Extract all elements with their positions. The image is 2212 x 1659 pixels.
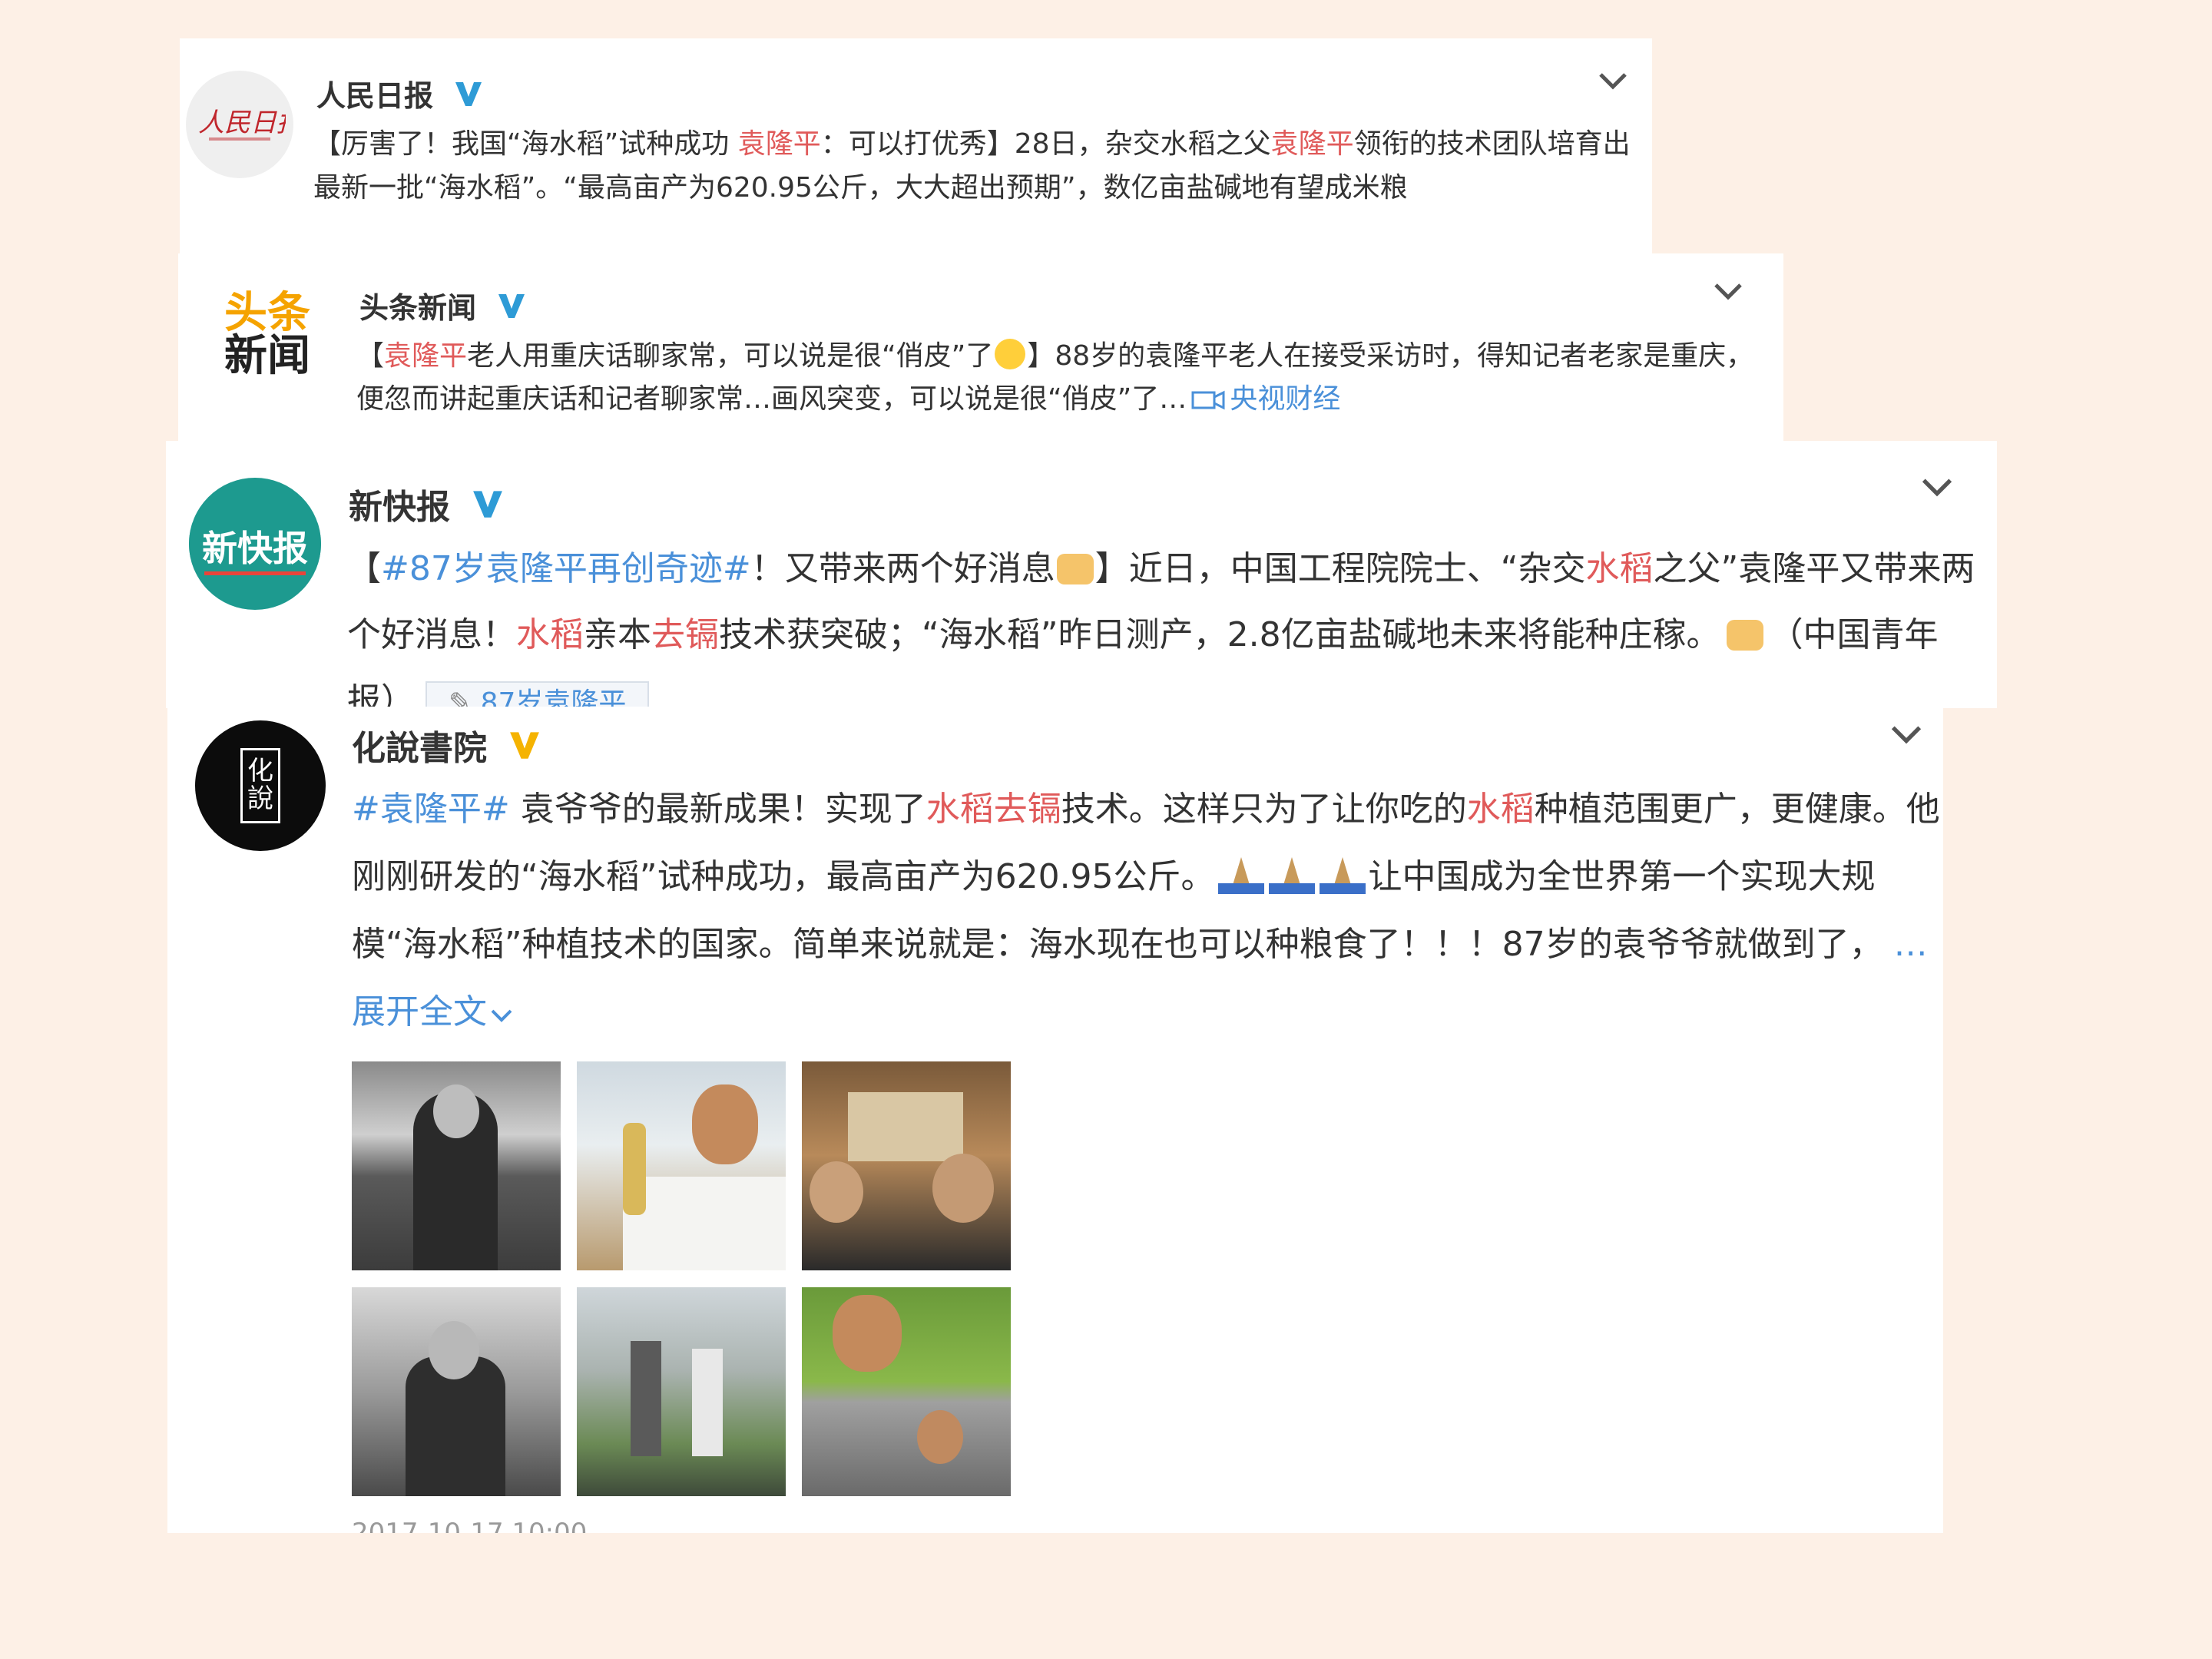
text-segment: 】近日，中国工程院院士、“杂交 bbox=[1094, 549, 1586, 588]
post-text: 【厉害了！我国“海水稻”试种成功 袁隆平：可以打优秀】28日，杂交水稻之父袁隆平… bbox=[313, 123, 1634, 210]
keyword-highlight[interactable]: 袁隆平 bbox=[1271, 128, 1354, 160]
photo-shirt bbox=[623, 1177, 786, 1270]
hashtag-link[interactable]: #袁隆平# bbox=[352, 790, 510, 829]
username-text[interactable]: 新快报 bbox=[349, 479, 450, 528]
username-text[interactable]: 头条新闻 bbox=[359, 284, 476, 326]
keyword-highlight[interactable]: 水稻 bbox=[516, 615, 584, 654]
chevron-down-icon[interactable] bbox=[1889, 724, 1923, 745]
photo-face bbox=[833, 1295, 902, 1372]
keyword-highlight[interactable]: 袁隆平 bbox=[738, 128, 821, 160]
photo-face bbox=[692, 1084, 758, 1164]
text-segment: 老人用重庆话聊家常，可以说是很“俏皮”了 bbox=[467, 340, 994, 372]
post-text: 【袁隆平老人用重庆话聊家常，可以说是很“俏皮”了 】88岁的袁隆平老人在接受采访时… bbox=[356, 335, 1762, 421]
pencil-icon: ✎ bbox=[449, 687, 481, 708]
topic-chip[interactable]: ✎ 87岁袁隆平 bbox=[426, 680, 650, 708]
text-segment: 袁爷爷的最新成果！实现了 bbox=[509, 790, 926, 829]
renminribao-logo-icon: 人民日报 bbox=[198, 108, 286, 141]
avatar-toutiaoxinwen[interactable]: 头条 新闻 bbox=[218, 286, 316, 384]
username[interactable]: 新快报 bbox=[349, 479, 505, 528]
avatar-renminribao[interactable]: 人民日报 bbox=[186, 71, 293, 178]
text-segment: 亲本 bbox=[584, 614, 651, 654]
text-segment: 【厉害了！我国“海水稻”试种成功 bbox=[313, 128, 738, 160]
chevron-down-icon[interactable] bbox=[1598, 71, 1628, 91]
thumbs-up-emoji-icon bbox=[1056, 554, 1094, 584]
photo-person bbox=[692, 1349, 723, 1456]
chevron-down-icon[interactable] bbox=[490, 1008, 513, 1023]
text-segment: ！又带来两个好消息 bbox=[750, 549, 1055, 588]
photo-thumbnail[interactable] bbox=[352, 1287, 561, 1496]
avatar-logo-text: 新快报 bbox=[202, 528, 308, 569]
keyword-highlight[interactable]: 水稻去镉 bbox=[926, 790, 1061, 829]
post-text: 【#87岁袁隆平再创奇迹#！又带来两个好消息 】近日，中国工程院院士、“杂交水稻之… bbox=[347, 536, 1975, 708]
keyword-highlight[interactable]: 水稻 bbox=[1586, 549, 1654, 588]
username[interactable]: 头条新闻 bbox=[359, 284, 527, 326]
video-icon[interactable] bbox=[1191, 389, 1225, 411]
chevron-down-icon[interactable] bbox=[1920, 476, 1954, 498]
avatar-seal-char-1: 化 bbox=[247, 756, 273, 787]
source-link[interactable]: 央视财经 bbox=[1230, 383, 1340, 415]
photo-face bbox=[932, 1154, 994, 1223]
photo-person bbox=[631, 1341, 661, 1456]
emoji-icon bbox=[995, 339, 1026, 369]
photo-thumbnail[interactable] bbox=[577, 1061, 786, 1270]
chevron-down-icon[interactable] bbox=[1713, 281, 1743, 301]
photo-face bbox=[429, 1321, 479, 1379]
topic-chip-label[interactable]: 87岁袁隆平 bbox=[481, 687, 627, 708]
username[interactable]: 化說書院 bbox=[352, 720, 542, 770]
username[interactable]: 人民日报 bbox=[316, 72, 484, 114]
avatar-logo-line-2: 新闻 bbox=[224, 331, 310, 381]
text-segment: 【 bbox=[356, 340, 385, 372]
avatar-huashuoshuyuan[interactable]: 化 說 bbox=[195, 720, 326, 851]
pray-emoji-icon bbox=[1215, 849, 1369, 894]
post-card-renminribao: 人民日报 人民日报 【厉害了！我国“海水稻”试种成功 袁隆平：可以打优秀】28日… bbox=[180, 38, 1652, 269]
photo-thumbnail[interactable] bbox=[802, 1061, 1011, 1270]
photo-face bbox=[810, 1161, 863, 1223]
post-card-huashuoshuyuan: 化 說 化說書院 #袁隆平# 袁爷爷的最新成果！实现了水稻去镉技术。这样只为了让… bbox=[167, 707, 1943, 1533]
keyword-highlight[interactable]: 袁隆平 bbox=[384, 340, 467, 372]
photo-rice-stalks bbox=[623, 1123, 646, 1215]
keyword-highlight[interactable]: 去镉 bbox=[651, 615, 719, 654]
photo-face bbox=[917, 1410, 963, 1464]
text-segment: ：可以打优秀】28日，杂交水稻之父 bbox=[820, 128, 1271, 160]
verified-icon bbox=[498, 293, 525, 318]
verified-icon bbox=[455, 81, 482, 106]
verified-icon bbox=[473, 491, 502, 518]
verified-icon bbox=[510, 732, 539, 759]
avatar-logo-text: 人民日报 bbox=[198, 108, 286, 138]
post-card-xinkuaibao: 新快报 新快报 【#87岁袁隆平再创奇迹#！又带来两个好消息 】近日，中国工程院院… bbox=[166, 441, 1997, 708]
post-text: #袁隆平# 袁爷爷的最新成果！实现了水稻去镉技术。这样只为了让你吃的水稻种植范围… bbox=[352, 776, 1943, 1046]
avatar-xinkuaibao[interactable]: 新快报 bbox=[189, 478, 321, 610]
avatar-seal-char-2: 說 bbox=[247, 783, 273, 814]
photo-face bbox=[433, 1084, 479, 1138]
post-timestamp[interactable]: 2017-10-17 10:00 bbox=[352, 1518, 587, 1533]
avatar-logo-line-1: 头条 bbox=[224, 288, 310, 338]
hashtag-link[interactable]: #87岁袁隆平再创奇迹# bbox=[381, 549, 751, 588]
post-card-toutiaoxinwen: 头条 新闻 头条新闻 【袁隆平老人用重庆话聊家常，可以说是很“俏皮”了 】88岁的… bbox=[178, 253, 1783, 453]
keyword-highlight[interactable]: 水稻 bbox=[1467, 790, 1535, 829]
photo-podium bbox=[848, 1092, 963, 1161]
username-text[interactable]: 化說書院 bbox=[352, 720, 487, 770]
text-segment: 技术。这样只为了让你吃的 bbox=[1061, 790, 1467, 829]
username-text[interactable]: 人民日报 bbox=[316, 72, 433, 114]
thumbs-up-emoji-icon bbox=[1726, 619, 1763, 651]
photo-thumbnail[interactable] bbox=[802, 1287, 1011, 1496]
text-segment: 【 bbox=[347, 549, 381, 588]
photo-thumbnail[interactable] bbox=[352, 1061, 561, 1270]
text-segment: 技术获突破；“海水稻”昨日测产，2.8亿亩盐碱地未来将能种庄稼。 bbox=[719, 614, 1720, 654]
photo-thumbnail[interactable] bbox=[577, 1287, 786, 1496]
